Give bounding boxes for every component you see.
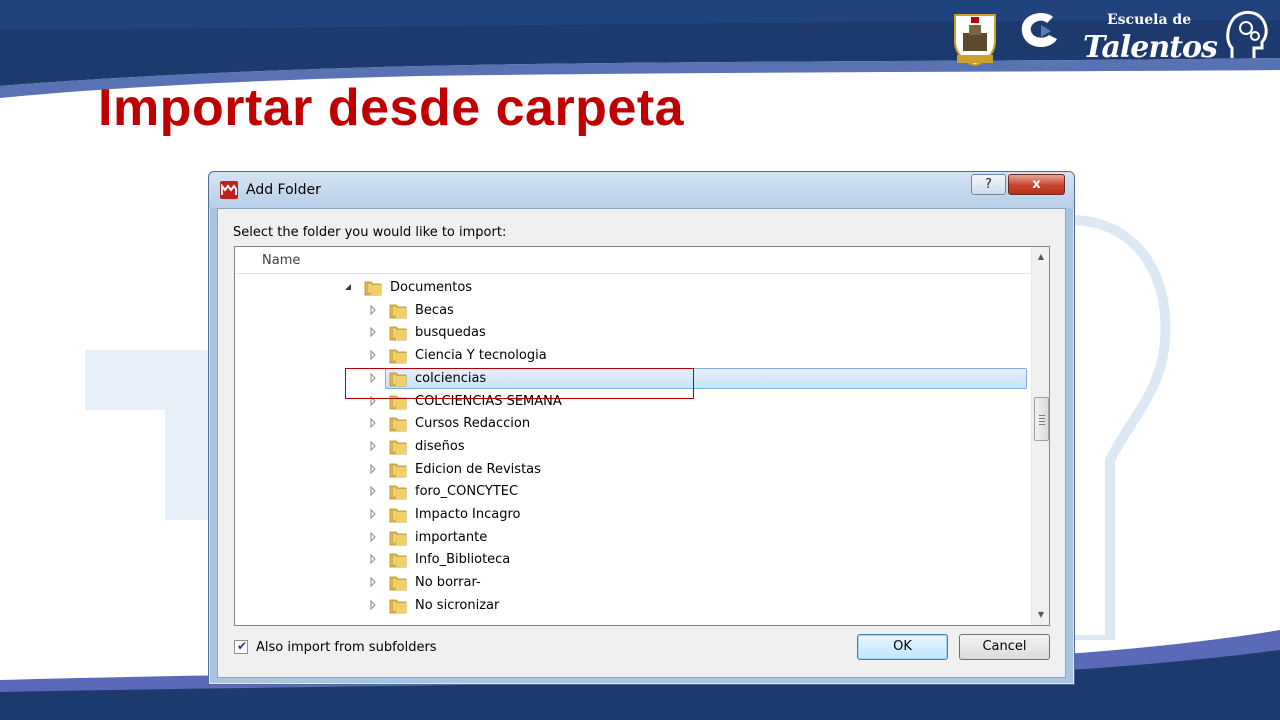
tree-row[interactable]: busquedas xyxy=(235,322,1031,344)
column-header-label: Name xyxy=(262,253,301,268)
folder-label: Impacto Incagro xyxy=(415,507,521,522)
collapsed-arrow-icon[interactable] xyxy=(368,304,378,315)
cancel-button[interactable]: Cancel xyxy=(959,634,1050,660)
cafed-text: C.A.F.E.D. xyxy=(1021,59,1061,67)
prompt-label: Select the folder you would like to impo… xyxy=(233,225,507,240)
tree-row[interactable]: importante xyxy=(235,527,1031,549)
collapsed-arrow-icon[interactable] xyxy=(368,463,378,474)
tree-row[interactable]: Edicion de Revistas xyxy=(235,459,1031,481)
folder-icon xyxy=(389,349,407,364)
folder-icon xyxy=(389,599,407,614)
dialog-title: Add Folder xyxy=(246,182,321,198)
folder-icon xyxy=(364,281,382,296)
folder-icon xyxy=(389,463,407,477)
column-header-name[interactable]: Name xyxy=(235,247,1031,274)
app-logo-icon xyxy=(220,181,238,199)
cafed-c-icon xyxy=(1021,13,1057,47)
tree-row[interactable]: No borrar- xyxy=(235,572,1031,594)
subfolders-checkbox[interactable]: ✔ xyxy=(234,639,248,654)
folder-label: No sicronizar xyxy=(415,597,500,613)
collapsed-arrow-icon[interactable] xyxy=(368,554,378,565)
folder-icon xyxy=(389,440,407,455)
shield-logo-icon xyxy=(954,14,996,67)
annotation-highlight-box xyxy=(345,368,694,399)
scroll-up-arrow-icon[interactable]: ▲ xyxy=(1032,248,1049,266)
scroll-down-arrow-icon[interactable]: ▼ xyxy=(1032,606,1049,624)
collapsed-arrow-icon[interactable] xyxy=(368,327,378,338)
cafed-logo: C.A.F.E.D. xyxy=(1011,9,1071,69)
folder-icon xyxy=(389,576,407,591)
folder-icon xyxy=(389,304,407,319)
ok-button[interactable]: OK xyxy=(857,634,948,660)
logo-talentos-text: Talentos xyxy=(1083,30,1218,65)
folder-icon xyxy=(389,326,407,341)
tree-row[interactable]: Info_Biblioteca xyxy=(235,549,1031,571)
folder-label: busquedas xyxy=(415,325,486,341)
slide-title: Importar desde carpeta xyxy=(98,79,685,137)
help-button[interactable]: ? xyxy=(971,174,1006,195)
scroll-thumb[interactable] xyxy=(1034,397,1049,441)
add-folder-dialog: Add Folder ? x Select the folder you wou… xyxy=(208,171,1075,685)
dialog-body: Select the folder you would like to impo… xyxy=(217,208,1066,678)
folder-icon xyxy=(389,417,407,432)
tree-row[interactable]: Impacto Incagro xyxy=(235,504,1031,526)
folder-label: Becas xyxy=(415,302,454,318)
folder-icon xyxy=(389,508,407,523)
watermark-bulb xyxy=(1070,214,1171,640)
tree-row[interactable]: Cursos Redaccion xyxy=(235,413,1031,435)
folder-label: No borrar- xyxy=(415,575,481,591)
tree-row[interactable]: Ciencia Y tecnologia xyxy=(235,345,1031,367)
folder-label: importante xyxy=(415,529,488,545)
dialog-titlebar[interactable]: Add Folder ? x xyxy=(209,172,1074,208)
vertical-scrollbar[interactable]: ▲ ▼ xyxy=(1031,247,1049,625)
collapsed-arrow-icon[interactable] xyxy=(368,577,378,588)
folder-label: diseños xyxy=(415,438,465,454)
folder-tree[interactable]: Name Documentos Becas busquedas Ciencia Y t… xyxy=(234,246,1050,626)
collapsed-arrow-icon[interactable] xyxy=(368,599,378,610)
head-gears-icon xyxy=(1226,11,1268,58)
tree-row[interactable]: foro_CONCYTEC xyxy=(235,481,1031,503)
collapsed-arrow-icon[interactable] xyxy=(368,509,378,519)
close-button[interactable]: x xyxy=(1008,174,1065,195)
tree-row[interactable]: No sicronizar xyxy=(235,595,1031,617)
folder-label: foro_CONCYTEC xyxy=(415,484,519,500)
folder-label: Info_Biblioteca xyxy=(415,552,511,568)
folder-icon xyxy=(389,485,407,500)
collapsed-arrow-icon[interactable] xyxy=(368,486,378,497)
folder-icon xyxy=(389,553,407,568)
subfolders-checkbox-label[interactable]: Also import from subfolders xyxy=(256,640,437,655)
talentos-logo: Escuela de Talentos xyxy=(1083,8,1268,70)
tree-row[interactable]: Documentos xyxy=(235,277,1031,299)
tree-row[interactable]: Becas xyxy=(235,300,1031,322)
folder-label: Edicion de Revistas xyxy=(415,461,541,477)
collapsed-arrow-icon[interactable] xyxy=(368,531,378,542)
logo-bar: C.A.F.E.D. Escuela de Talentos xyxy=(951,8,1268,70)
collapsed-arrow-icon[interactable] xyxy=(368,440,378,451)
logo-escuela-text: Escuela de xyxy=(1107,12,1192,28)
checkmark-icon: ✔ xyxy=(237,639,248,653)
collapsed-arrow-icon[interactable] xyxy=(368,418,378,429)
folder-label: Documentos xyxy=(390,280,473,295)
folder-label: Cursos Redaccion xyxy=(415,416,531,432)
expanded-arrow-icon[interactable] xyxy=(343,282,353,292)
folder-icon xyxy=(389,531,407,546)
collapsed-arrow-icon[interactable] xyxy=(368,350,378,361)
tree-row[interactable]: diseños xyxy=(235,436,1031,458)
folder-label: Ciencia Y tecnologia xyxy=(415,348,547,364)
